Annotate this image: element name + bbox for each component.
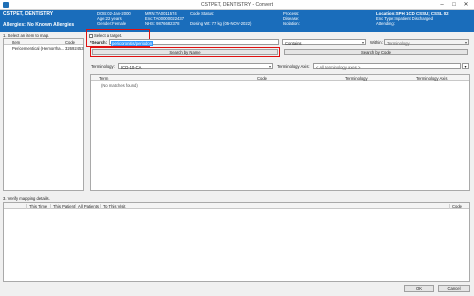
isolation-text: Isolation: bbox=[283, 21, 300, 26]
column-header-code: Code bbox=[452, 203, 463, 209]
terminology-label: Terminology: bbox=[91, 64, 115, 69]
close-icon[interactable]: ✕ bbox=[460, 0, 472, 10]
patient-banner: CSTPET, DENTISTRY Allergies: No Known Al… bbox=[0, 10, 474, 32]
results-grid: Term Code Terminology Terminology Axis (… bbox=[90, 74, 470, 191]
search-input-value: pericoronitis/periodon bbox=[111, 40, 154, 46]
column-header-code: Code bbox=[257, 75, 268, 81]
within-select[interactable]: Terminology ▾ bbox=[384, 39, 469, 46]
match-mode-select[interactable]: Contains ▾ bbox=[282, 39, 366, 46]
table-row[interactable]: Pericementical (Hemorrha... 32692453 bbox=[4, 45, 84, 51]
within-value: Terminology bbox=[387, 40, 410, 46]
search-label: *Search: bbox=[90, 40, 107, 45]
search-by-code-button[interactable]: Search by Code bbox=[284, 49, 468, 55]
item-code: 32692453 bbox=[65, 45, 84, 51]
terminology-value: ICD-10-CA bbox=[121, 64, 142, 70]
item-name: Pericementical (Hemorrha... bbox=[12, 45, 65, 51]
chevron-down-icon: ▾ bbox=[268, 64, 271, 69]
results-header: Term Code Terminology Terminology Axis bbox=[91, 75, 469, 81]
maximize-icon[interactable]: □ bbox=[448, 0, 460, 10]
match-mode-value: Contains bbox=[285, 40, 302, 46]
verify-header: This Time This Patient All Patients To T… bbox=[4, 203, 469, 209]
nhs-text: NHS: 9876682378 bbox=[145, 21, 180, 26]
search-by-name-button[interactable]: Search by Name bbox=[92, 49, 278, 55]
terminology-select[interactable]: ICD-10-CA ▾ bbox=[118, 63, 273, 70]
column-header-this-time: This Time bbox=[29, 203, 48, 209]
cancel-button[interactable]: Cancel bbox=[438, 285, 470, 292]
column-header-terminology-axis: Terminology Axis bbox=[416, 75, 448, 81]
verify-mapping-label: 3. Verify mapping details. bbox=[3, 196, 50, 201]
chevron-down-icon: ▾ bbox=[464, 64, 467, 69]
column-header-term: Term bbox=[99, 75, 109, 81]
no-matches-text: (No matches found) bbox=[101, 82, 138, 88]
terminology-axis-dropdown[interactable]: ▾ bbox=[462, 63, 469, 69]
column-header-terminology: Terminology bbox=[345, 75, 368, 81]
gender-text: Gender:Female bbox=[97, 21, 127, 26]
verify-grid: This Time This Patient All Patients To T… bbox=[3, 202, 470, 282]
terminology-axis-value: < All terminology axes > bbox=[316, 64, 361, 70]
items-list: Item Code Pericementical (Hemorrha... 32… bbox=[3, 38, 84, 191]
terminology-axis-label: Terminology Axis: bbox=[277, 64, 310, 69]
select-target-checkbox[interactable] bbox=[89, 33, 93, 38]
column-header-all-patients: All Patients bbox=[78, 203, 99, 209]
minimize-icon[interactable]: – bbox=[436, 0, 448, 10]
select-target-row[interactable]: Select a target. bbox=[89, 33, 122, 38]
patient-name: CSTPET, DENTISTRY bbox=[3, 11, 54, 17]
window-title-bar: CSTPET, DENTISTRY - Convert – □ ✕ bbox=[0, 0, 474, 10]
dosing-weight-text: Dosing Wt: 77 kg (05-NOV-2022) bbox=[190, 21, 252, 26]
column-header-this-patient: This Patient bbox=[53, 203, 76, 209]
search-input[interactable]: pericoronitis/periodon bbox=[109, 39, 279, 46]
chevron-down-icon: ▾ bbox=[464, 40, 467, 45]
chevron-down-icon: ▾ bbox=[361, 40, 364, 45]
allergies-label: Allergies: No Known Allergies bbox=[3, 22, 75, 28]
select-target-label: Select a target. bbox=[94, 33, 123, 38]
terminology-axis-select[interactable]: < All terminology axes > bbox=[313, 63, 461, 70]
ok-button[interactable]: OK bbox=[404, 285, 434, 292]
within-label: Within: bbox=[370, 40, 383, 45]
column-header-to-this-visit: To This Visit bbox=[103, 203, 126, 209]
attending-text: Attending: bbox=[376, 21, 395, 26]
window-title: CSTPET, DENTISTRY - Convert bbox=[200, 2, 274, 8]
code-status-text: Code Status: bbox=[190, 11, 215, 16]
